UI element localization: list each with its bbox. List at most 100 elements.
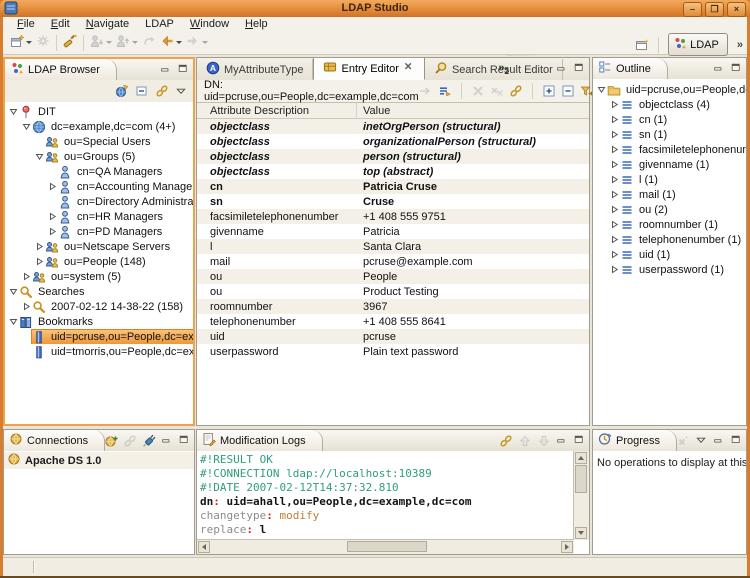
editor-tab-myattributetype[interactable]: AMyAttributeType <box>197 59 313 80</box>
horizontal-scroll-thumb[interactable] <box>347 541 427 552</box>
expander-down[interactable] <box>8 107 19 116</box>
table-row[interactable]: roomnumber3967 <box>197 299 589 314</box>
table-header[interactable]: Attribute Description Value <box>197 103 589 119</box>
new-connection-button[interactable] <box>104 434 118 448</box>
tree-item[interactable]: 2007-02-12 14-38-22 (158) <box>5 299 193 314</box>
expander-right[interactable] <box>47 227 58 236</box>
tree-item[interactable]: l (1) <box>593 172 746 187</box>
tree-item[interactable]: uid (1) <box>593 247 746 262</box>
table-row[interactable]: givennamePatricia <box>197 224 589 239</box>
table-row[interactable]: objectclasstop (abstract) <box>197 164 589 179</box>
expander-right[interactable] <box>609 205 620 214</box>
tree-item[interactable]: cn (1) <box>593 112 746 127</box>
tree-item[interactable]: givenname (1) <box>593 157 746 172</box>
maximize-view-icon[interactable] <box>730 435 743 446</box>
table-row[interactable]: ouPeople <box>197 269 589 284</box>
expander-right[interactable] <box>609 160 620 169</box>
plug-button[interactable] <box>142 434 156 448</box>
menu-item-window[interactable]: Window <box>182 17 237 31</box>
tree-item[interactable]: userpassword (1) <box>593 262 746 277</box>
tree-item[interactable]: ou=People (148) <box>5 254 193 269</box>
minimize-view-icon[interactable] <box>556 435 568 446</box>
scroll-left-button[interactable] <box>198 541 210 553</box>
editor-tab-search-result-editor[interactable]: Search Result Editor <box>425 59 563 80</box>
minimize-view-icon[interactable] <box>713 435 725 446</box>
vertical-scrollbar[interactable] <box>573 451 589 540</box>
expander-down[interactable] <box>21 122 32 131</box>
new-wizard-button[interactable] <box>8 33 34 53</box>
tree-item[interactable]: Searches <box>5 284 193 299</box>
maximize-view-icon[interactable] <box>177 64 190 75</box>
outline-tab[interactable]: Outline <box>593 58 668 79</box>
menu-item-help[interactable]: Help <box>237 17 276 31</box>
scroll-down-button[interactable] <box>575 527 587 539</box>
expander-down[interactable] <box>596 85 607 94</box>
expander-right[interactable] <box>609 145 620 154</box>
expander-right[interactable] <box>34 242 45 251</box>
scroll-up-button[interactable] <box>575 452 587 464</box>
table-row[interactable]: mailpcruse@example.com <box>197 254 589 269</box>
ldap-perspective-button[interactable]: LDAP <box>668 33 728 56</box>
minimize-view-icon[interactable] <box>160 64 172 75</box>
expander-right[interactable] <box>609 130 620 139</box>
close-button[interactable]: × <box>727 2 746 17</box>
maximize-view-icon[interactable] <box>178 435 191 446</box>
view-menu-button[interactable] <box>695 434 708 447</box>
open-perspective-button[interactable] <box>635 38 649 52</box>
expander-right[interactable] <box>609 100 620 109</box>
vertical-scroll-thumb[interactable] <box>575 465 587 493</box>
table-row[interactable]: userpasswordPlain text password <box>197 344 589 359</box>
tree-item[interactable]: sn (1) <box>593 127 746 142</box>
expander-right[interactable] <box>47 182 58 191</box>
table-row[interactable]: ouProduct Testing <box>197 284 589 299</box>
clear-gray-button[interactable] <box>676 434 690 448</box>
menu-item-navigate[interactable]: Navigate <box>78 17 137 31</box>
tree-item[interactable]: uid=pcruse,ou=People,dc=example,dc=com <box>5 329 193 344</box>
table-row[interactable]: objectclassorganizationalPerson (structu… <box>197 134 589 149</box>
minimize-button[interactable]: – <box>683 2 702 17</box>
link-button[interactable] <box>499 434 513 448</box>
tree-item[interactable]: cn=QA Managers <box>5 164 193 179</box>
close-tab-icon[interactable] <box>403 61 415 76</box>
column-attribute-description[interactable]: Attribute Description <box>197 103 357 118</box>
minimize-view-icon[interactable] <box>713 63 725 74</box>
table-row[interactable]: lSanta Clara <box>197 239 589 254</box>
tree-item[interactable]: objectclass (4) <box>593 97 746 112</box>
expander-right[interactable] <box>609 250 620 259</box>
table-row[interactable]: uidpcruse <box>197 329 589 344</box>
expander-right[interactable] <box>609 115 620 124</box>
scroll-right-button[interactable] <box>561 541 573 553</box>
tree-item[interactable]: facsimiletelephonenumber (1) <box>593 142 746 157</box>
expander-right[interactable] <box>609 235 620 244</box>
tree-item[interactable]: cn=Directory Administrators <box>5 194 193 209</box>
up-gray-button[interactable] <box>518 434 532 448</box>
tree-item[interactable]: cn=PD Managers <box>5 224 193 239</box>
progress-tab[interactable]: Progress <box>593 430 677 451</box>
menu-item-file[interactable]: File <box>9 17 43 31</box>
back-arrow-button[interactable] <box>158 33 184 53</box>
maximize-view-icon[interactable] <box>730 63 743 74</box>
link-gray-button[interactable] <box>123 434 137 448</box>
menu-item-edit[interactable]: Edit <box>43 17 78 31</box>
minimize-editor-icon[interactable] <box>556 63 568 77</box>
table-row[interactable]: objectclassinetOrgPerson (structural) <box>197 119 589 134</box>
perspective-overflow[interactable]: » <box>733 39 743 51</box>
tree-item[interactable]: ou=Netscape Servers <box>5 239 193 254</box>
expander-right[interactable] <box>34 257 45 266</box>
dropdown-arrow-icon[interactable] <box>176 41 182 44</box>
tree-item[interactable]: dc=example,dc=com (4+) <box>5 119 193 134</box>
tree-item[interactable]: DIT <box>5 104 193 119</box>
tree-item[interactable]: mail (1) <box>593 187 746 202</box>
editor-tab-overflow[interactable]: »2 <box>498 62 509 76</box>
collapse-box-button[interactable] <box>561 84 575 98</box>
titlebar[interactable]: LDAP Studio – ❐ × <box>0 0 750 17</box>
horizontal-scrollbar[interactable] <box>197 539 574 554</box>
expander-right[interactable] <box>609 175 620 184</box>
expander-down[interactable] <box>8 317 19 326</box>
maximize-button[interactable]: ❐ <box>705 2 724 17</box>
tree-item[interactable]: ou (2) <box>593 202 746 217</box>
view-menu-button[interactable] <box>175 85 188 98</box>
maximize-view-icon[interactable] <box>573 435 586 446</box>
expander-right[interactable] <box>47 212 58 221</box>
expand-all-button[interactable] <box>542 84 556 98</box>
